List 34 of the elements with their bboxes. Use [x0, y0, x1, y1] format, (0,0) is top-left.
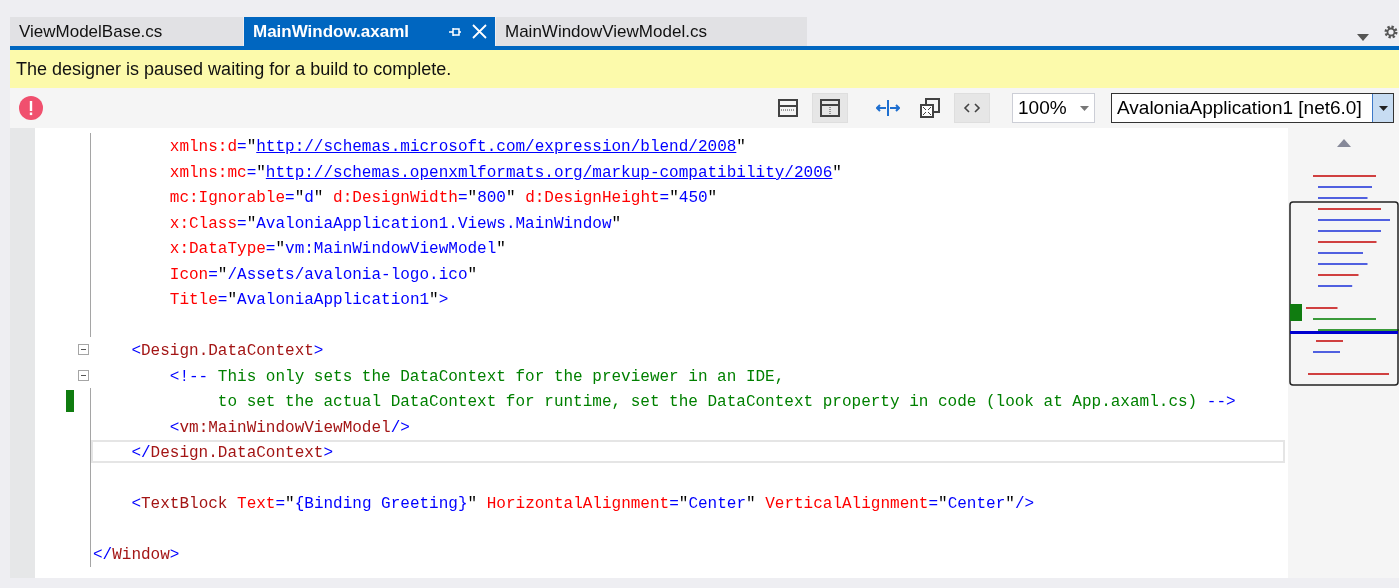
document-tab[interactable]: MainWindowViewModel.cs: [496, 17, 807, 46]
code-line: to set the actual DataContext for runtime, set the DataContext property in code (look at App.axaml.cs) -->: [216, 392, 1237, 413]
code-line: Title="AvaloniaApplication1">: [168, 290, 450, 311]
code-line: xmlns:mc="http://schemas.openxmlformats.org/markup-compatibility/2006": [168, 162, 843, 183]
code-line: <!-- This only sets the DataContext for the previewer in an IDE,: [168, 366, 786, 387]
dropdown-caret-icon[interactable]: [1357, 34, 1369, 41]
settings-icon[interactable]: [1383, 23, 1399, 40]
project-dropdown[interactable]: AvaloniaApplication1 [net6.0]: [1111, 93, 1394, 123]
zoom-dropdown[interactable]: 100%: [1012, 93, 1095, 123]
document-tab[interactable]: MainWindow.axaml: [244, 17, 495, 46]
collapse-icon[interactable]: [78, 369, 89, 381]
error-icon[interactable]: [19, 96, 43, 120]
code-line: </Window>: [92, 545, 181, 566]
caret-icon: [1378, 105, 1388, 111]
code-icon: [963, 101, 981, 115]
fit-window-icon: [919, 97, 941, 119]
vertical-split-icon: [820, 98, 840, 118]
code-line: <Design.DataContext>: [130, 341, 325, 362]
swap-arrows-icon: [876, 98, 900, 118]
caret-icon: [1079, 105, 1089, 111]
code-line: Icon="/Assets/avalonia-logo.ico": [168, 264, 479, 285]
document-tab[interactable]: ViewModelBase.cs: [10, 17, 243, 46]
toolbar-button[interactable]: [812, 93, 848, 123]
horizontal-split-icon: [778, 98, 798, 118]
collapse-icon[interactable]: [78, 344, 89, 356]
code-line: x:Class="AvaloniaApplication1.Views.MainWindow": [168, 213, 623, 234]
code-line: mc:Ignorable="d" d:DesignWidth="800" d:DesignHeight="450": [168, 188, 719, 209]
code-line: xmlns:d="http://schemas.microsoft.com/expression/blend/2008": [168, 137, 747, 158]
scroll-up-icon[interactable]: [1336, 139, 1351, 147]
close-icon[interactable]: [472, 24, 487, 39]
code-line: <vm:MainWindowViewModel/>: [168, 417, 411, 438]
code-line: <TextBlock Text="{Binding Greeting}" HorizontalAlignment="Center" VerticalAlignment="Center"/>: [130, 494, 1036, 515]
code-line: x:DataType="vm:MainWindowViewModel": [168, 239, 507, 260]
info-message: The designer is paused waiting for a build to complete.: [16, 58, 452, 80]
